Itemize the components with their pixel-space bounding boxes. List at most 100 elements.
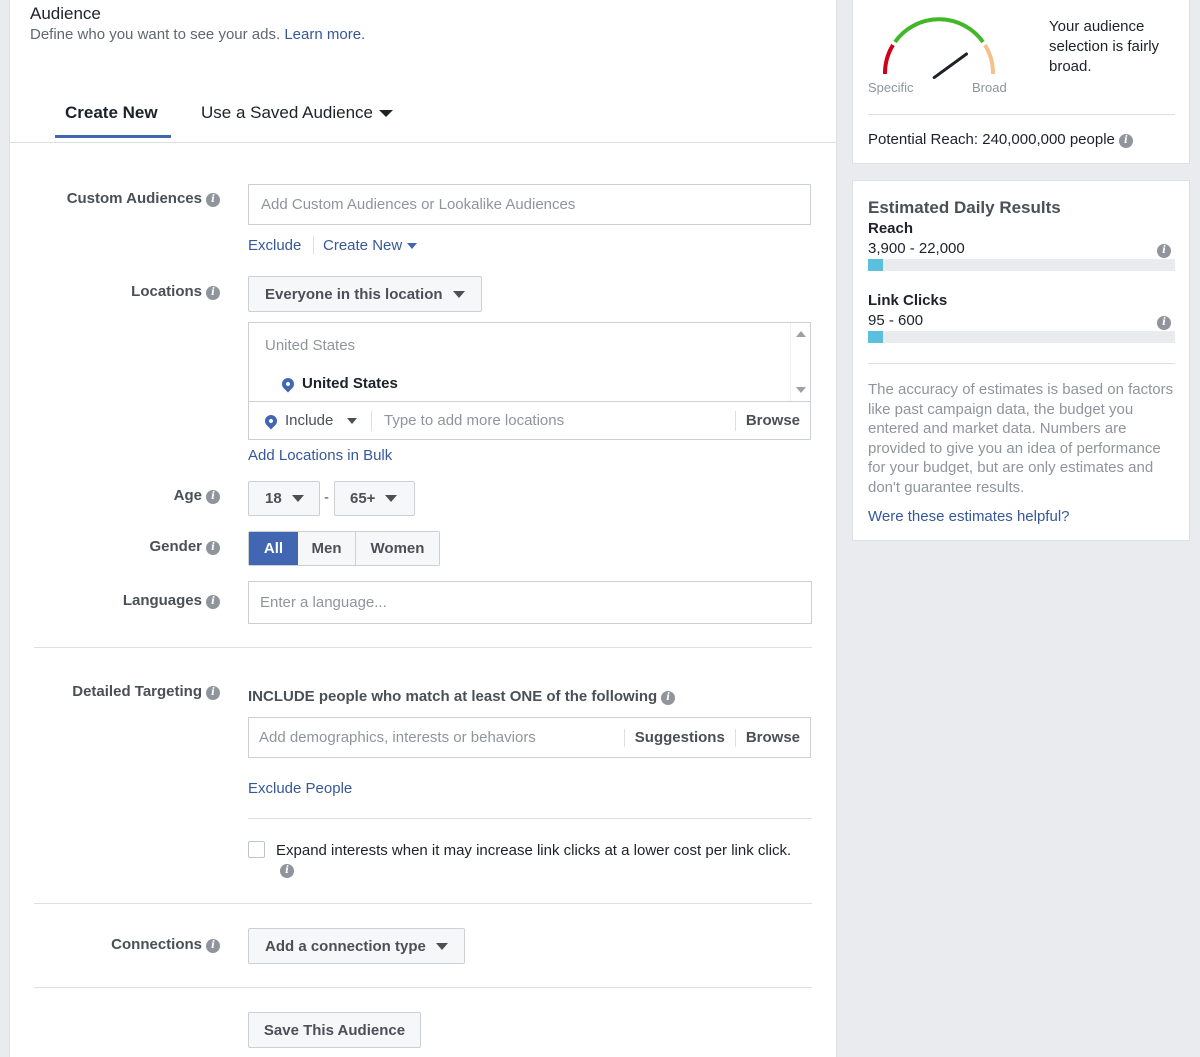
audience-gauge: [882, 17, 996, 80]
age-dash: -: [324, 489, 329, 506]
reach-label: Reach: [868, 220, 914, 237]
chevron-down-icon: [291, 495, 304, 502]
info-icon[interactable]: i: [1157, 244, 1171, 258]
gauge-green-segment: [893, 17, 985, 44]
browse-targeting-button[interactable]: Browse: [736, 729, 810, 746]
section-divider: [34, 987, 812, 988]
tab-create-new[interactable]: Create New: [65, 103, 158, 123]
info-icon[interactable]: i: [1157, 316, 1171, 330]
targeting-divider: [248, 818, 812, 819]
reach-bar: [868, 259, 1175, 271]
estimates-disclaimer: The accuracy of estimates is based on fa…: [868, 381, 1174, 496]
link-separator: [313, 236, 314, 254]
info-icon[interactable]: i: [661, 691, 676, 705]
tab-saved-audience[interactable]: Use a Saved Audience: [201, 103, 394, 123]
tab-saved-audience-label: Use a Saved Audience: [201, 103, 374, 122]
languages-label: Languages i: [10, 592, 220, 609]
connection-type-label: Add a connection type: [265, 937, 426, 955]
chevron-down-icon: [347, 417, 358, 424]
create-new-label: Create New: [323, 237, 403, 254]
age-max-dropdown[interactable]: 65+: [334, 481, 415, 516]
info-icon[interactable]: i: [1118, 134, 1133, 148]
languages-label-text: Languages: [122, 592, 202, 609]
gender-all-button[interactable]: All: [249, 532, 298, 565]
selected-location-item[interactable]: United States: [279, 375, 398, 392]
custom-audiences-label-text: Custom Audiences: [66, 190, 202, 207]
suggestions-button[interactable]: Suggestions: [625, 729, 735, 746]
info-icon[interactable]: i: [206, 939, 220, 953]
gauge-broad-label: Broad: [972, 80, 1007, 95]
location-search-row: Include Type to add more locations Brows…: [248, 401, 811, 440]
subtitle-text: Define who you want to see your ads.: [30, 26, 281, 43]
info-icon[interactable]: i: [206, 686, 220, 700]
exclude-people-link[interactable]: Exclude People: [248, 780, 352, 797]
connections-label: Connections i: [10, 936, 220, 953]
age-label-text: Age: [173, 487, 202, 504]
age-label: Age i: [10, 487, 220, 504]
link-clicks-bar: [868, 331, 1175, 343]
gauge-red-segment: [882, 43, 895, 75]
scroll-down-icon[interactable]: [796, 387, 806, 393]
include-match-text: INCLUDE people who match at least ONE of…: [248, 688, 658, 705]
potential-reach-text: Potential Reach: 240,000,000 people: [868, 131, 1115, 148]
connection-type-dropdown[interactable]: Add a connection type: [248, 928, 465, 964]
expand-interests-checkbox[interactable]: [248, 841, 265, 858]
info-icon[interactable]: i: [206, 595, 220, 609]
info-icon[interactable]: i: [206, 286, 220, 300]
locations-scrollbar[interactable]: [790, 323, 810, 402]
link-clicks-value: 95 - 600: [868, 312, 924, 329]
scroll-up-icon[interactable]: [796, 331, 806, 337]
save-audience-button[interactable]: Save This Audience: [248, 1012, 421, 1048]
section-subtitle: Define who you want to see your ads. Lea…: [30, 26, 365, 43]
chevron-down-icon: [435, 942, 448, 950]
audience-panel: Audience Define who you want to see your…: [9, 0, 837, 1057]
detailed-targeting-box: Add demographics, interests or behaviors…: [248, 717, 811, 758]
info-icon[interactable]: i: [206, 490, 220, 504]
learn-more-link[interactable]: Learn more.: [284, 26, 365, 43]
gauge-specific-label: Specific: [868, 80, 914, 95]
chevron-down-icon: [385, 495, 398, 502]
gender-men-button[interactable]: Men: [298, 532, 356, 565]
gender-selector: All Men Women: [248, 531, 440, 566]
chevron-down-icon: [379, 109, 394, 117]
section-divider: [34, 647, 812, 648]
clicks-info: i: [1153, 313, 1171, 330]
reach-value: 3,900 - 22,000: [868, 240, 965, 257]
age-min-value: 18: [265, 490, 282, 507]
chevron-down-icon: [452, 290, 465, 298]
info-icon[interactable]: i: [206, 193, 220, 207]
section-title: Audience: [30, 4, 101, 23]
selected-locations-box: United States United States: [248, 322, 811, 402]
audience-breadth-text: Your audience selection is fairly broad.: [1049, 18, 1160, 75]
expand-interests-label: Expand interests when it may increase li…: [276, 842, 792, 859]
custom-audiences-label: Custom Audiences i: [10, 190, 220, 207]
reach-bar-fill: [868, 259, 883, 271]
estimates-helpful-link[interactable]: Were these estimates helpful?: [868, 508, 1070, 525]
estimated-results-title: Estimated Daily Results: [868, 198, 1061, 217]
custom-audiences-input[interactable]: Add Custom Audiences or Lookalike Audien…: [248, 184, 811, 225]
link-clicks-bar-fill: [868, 331, 883, 343]
age-min-dropdown[interactable]: 18: [248, 481, 320, 516]
gauge-orange-segment: [983, 43, 996, 75]
exclude-audiences-link[interactable]: Exclude: [248, 237, 301, 254]
include-match-heading: INCLUDE people who match at least ONE of…: [248, 688, 676, 705]
card-divider: [868, 363, 1175, 364]
gender-label: Gender i: [10, 538, 220, 555]
info-icon[interactable]: i: [206, 541, 220, 555]
include-exclude-dropdown[interactable]: Include: [249, 402, 371, 439]
chevron-down-icon: [407, 242, 418, 249]
language-placeholder: Enter a language...: [260, 594, 387, 611]
create-new-audience-link[interactable]: Create New: [323, 237, 418, 254]
location-group-label: United States: [265, 337, 356, 354]
gender-women-button[interactable]: Women: [356, 532, 439, 565]
browse-locations-button[interactable]: Browse: [736, 412, 810, 429]
location-pin-icon: [279, 375, 297, 392]
location-search-input[interactable]: Type to add more locations: [372, 412, 735, 429]
location-type-dropdown[interactable]: Everyone in this location: [248, 276, 482, 312]
expand-info: i: [280, 861, 294, 878]
info-icon[interactable]: i: [280, 864, 294, 878]
detailed-targeting-input[interactable]: Add demographics, interests or behaviors: [249, 729, 624, 746]
add-locations-bulk-link[interactable]: Add Locations in Bulk: [248, 447, 392, 464]
location-pin-icon: [262, 412, 280, 429]
language-input[interactable]: Enter a language...: [248, 581, 812, 624]
